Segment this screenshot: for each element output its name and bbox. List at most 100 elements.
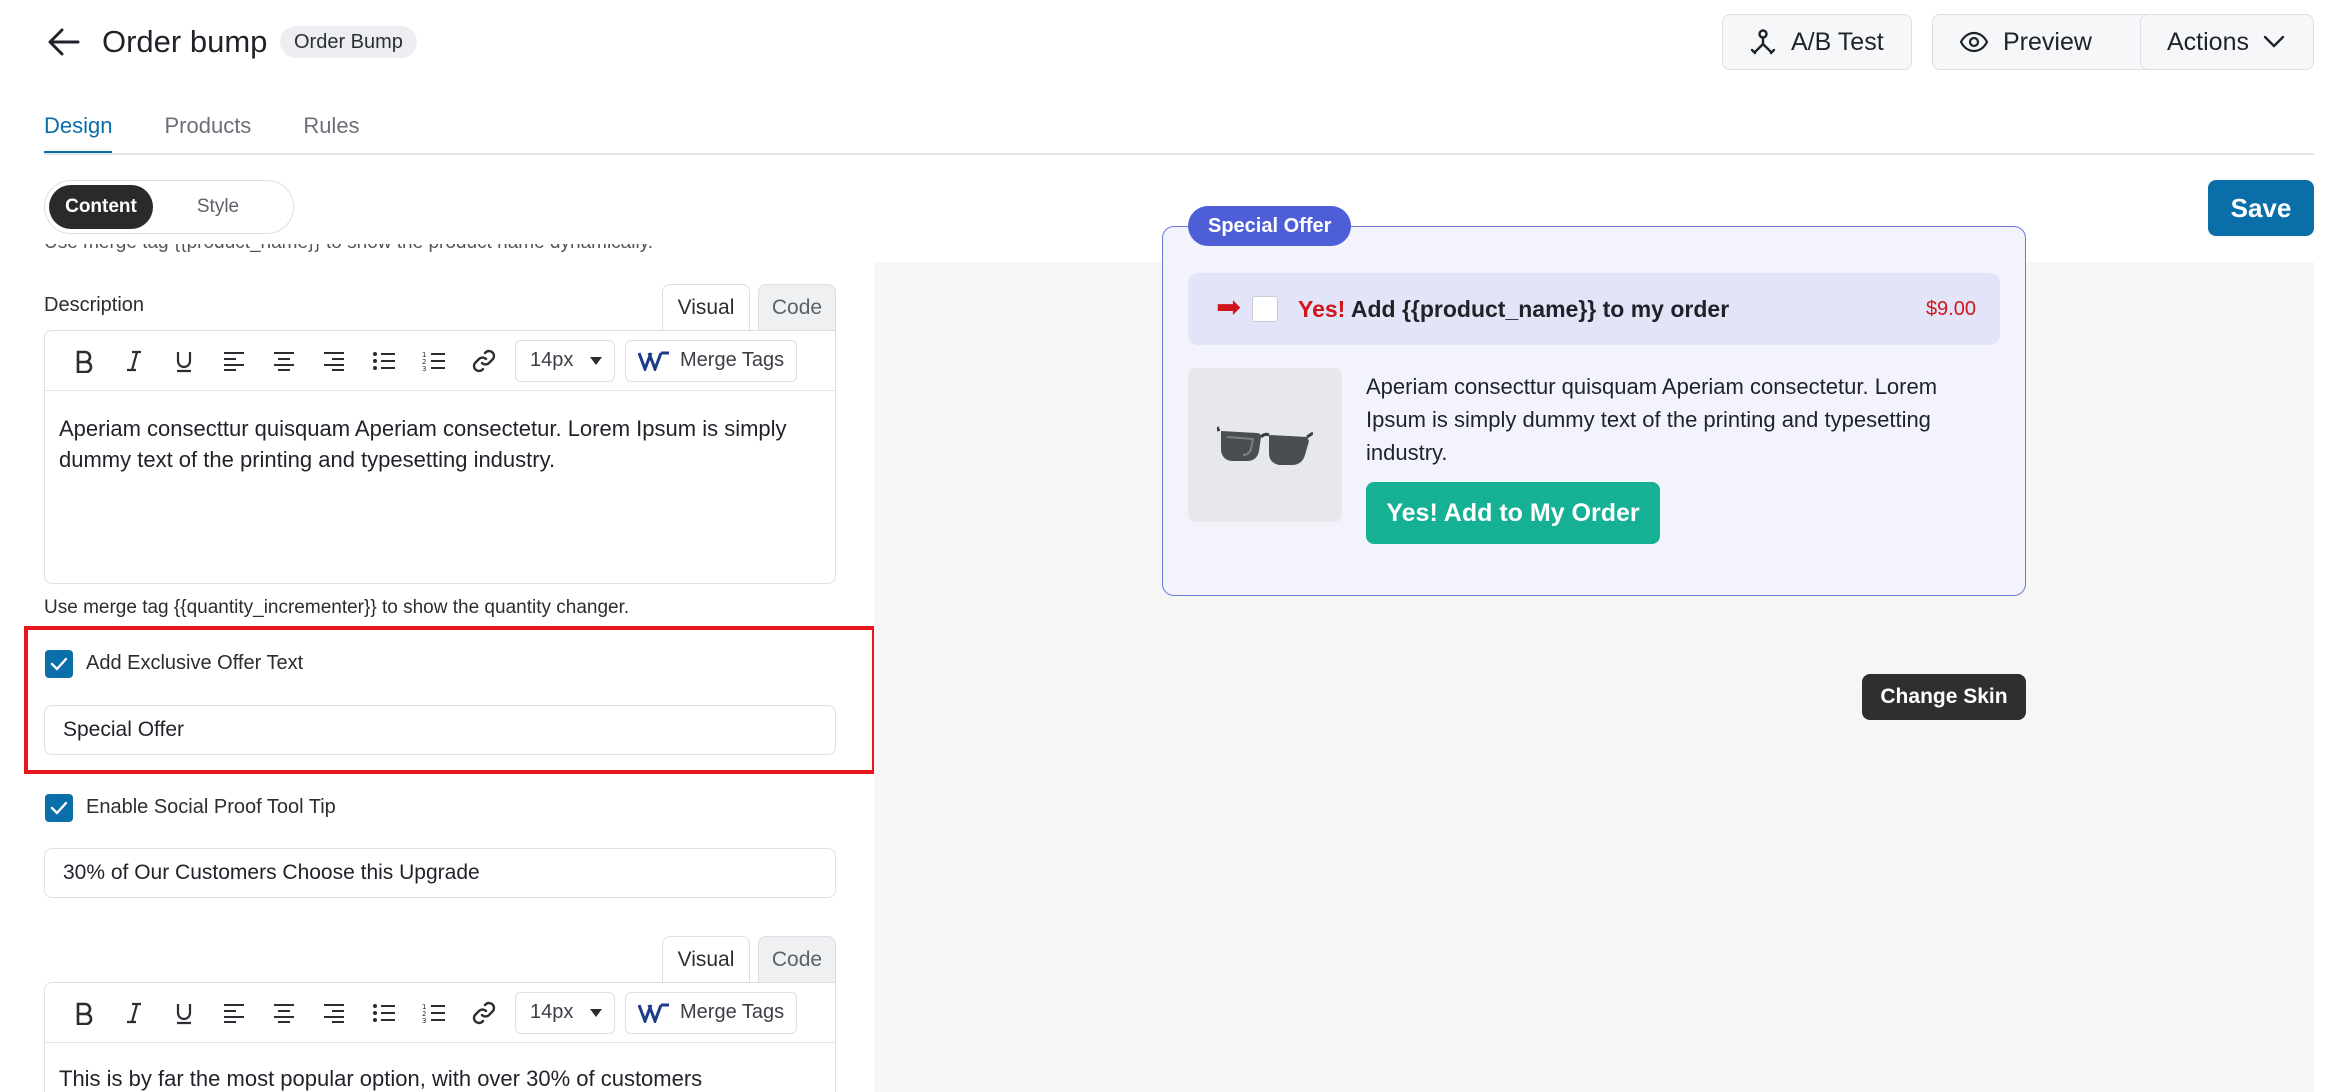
chevron-down-icon (2263, 35, 2285, 48)
align-right-icon (324, 351, 344, 371)
exclusive-offer-label: Add Exclusive Offer Text (86, 652, 304, 674)
underline-icon (176, 1003, 192, 1024)
description-editor: 123 14px Merge Tags Aperiam consecttur q… (44, 330, 836, 584)
offer-checkbox[interactable] (1252, 296, 1278, 322)
merge-tags-button[interactable]: Merge Tags (625, 991, 798, 1034)
tab-divider (44, 153, 2314, 155)
add-to-order-button[interactable]: Yes! Add to My Order (1366, 482, 1660, 544)
bold-icon (76, 1002, 93, 1025)
numbered-list-icon: 123 (422, 351, 445, 372)
numbered-list-icon: 123 (422, 1003, 445, 1024)
merge-tags-icon (638, 351, 669, 371)
type-badge: Order Bump (280, 26, 417, 58)
bold-icon (76, 350, 93, 373)
italic-icon (127, 350, 141, 371)
checkmark-icon (50, 801, 68, 815)
align-center-icon (274, 351, 294, 371)
bullet-list-button[interactable] (359, 991, 409, 1035)
font-size-select[interactable]: 14px (515, 991, 615, 1034)
offer-yes-word: Yes! (1298, 296, 1346, 322)
social-proof-input[interactable]: 30% of Our Customers Choose this Upgrade (44, 848, 836, 898)
social-proof-checkbox[interactable] (45, 794, 73, 822)
actions-dropdown[interactable]: Actions (2140, 14, 2314, 70)
style-mode-button[interactable]: Style (153, 185, 283, 229)
tab-design[interactable]: Design (44, 100, 113, 154)
underline-button[interactable] (159, 991, 209, 1035)
back-button[interactable] (44, 22, 84, 62)
align-left-icon (224, 351, 244, 371)
product-image (1188, 368, 1342, 522)
align-right-icon (324, 1003, 344, 1023)
underline-icon (176, 351, 192, 372)
merge-tags-label: Merge Tags (680, 349, 785, 371)
social-proof-label: Enable Social Proof Tool Tip (86, 796, 336, 818)
offer-price: $9.00 (1925, 298, 1976, 320)
back-arrow-icon (48, 28, 80, 56)
tooltip-content[interactable]: This is by far the most popular option, … (45, 1043, 835, 1092)
italic-button[interactable] (109, 339, 159, 383)
align-left-button[interactable] (209, 991, 259, 1035)
align-right-button[interactable] (309, 991, 359, 1035)
link-button[interactable] (459, 991, 509, 1035)
font-size-value: 14px (530, 1001, 574, 1023)
italic-icon (127, 1002, 141, 1023)
bullet-list-icon (373, 351, 395, 370)
align-right-button[interactable] (309, 339, 359, 383)
special-offer-pill: Special Offer (1188, 206, 1352, 246)
preview-button[interactable]: Preview (1932, 14, 2160, 70)
editor-toolbar: 123 14px Merge Tags (45, 331, 835, 391)
tooltip-visual-tab[interactable]: Visual (662, 936, 750, 984)
tab-bar: Design Products Rules (44, 100, 360, 154)
svg-text:3: 3 (422, 365, 426, 372)
actions-label: Actions (2167, 27, 2249, 56)
align-left-button[interactable] (209, 339, 259, 383)
tooltip-code-tab[interactable]: Code (758, 936, 836, 984)
merge-tags-button[interactable]: Merge Tags (625, 339, 798, 382)
align-center-button[interactable] (259, 339, 309, 383)
offer-description: Aperiam consecttur quisquam Aperiam cons… (1366, 374, 1938, 465)
exclusive-offer-checkbox[interactable] (45, 650, 73, 678)
link-button[interactable] (459, 339, 509, 383)
offer-headline: Yes! Add {{product_name}} to my order (1298, 294, 1729, 324)
svg-text:3: 3 (422, 1017, 426, 1024)
font-size-value: 14px (530, 349, 574, 371)
numbered-list-button[interactable]: 123 (409, 339, 459, 383)
description-content[interactable]: Aperiam consecttur quisquam Aperiam cons… (45, 391, 835, 497)
bold-button[interactable] (59, 339, 109, 383)
align-center-button[interactable] (259, 991, 309, 1035)
link-icon (472, 1001, 496, 1024)
preview-label: Preview (2003, 27, 2092, 56)
eye-icon (1959, 31, 1989, 53)
offer-headline-text: Add {{product_name}} to my order (1345, 296, 1730, 322)
bullet-list-icon (373, 1003, 395, 1022)
sunglasses-icon (1217, 426, 1313, 465)
caret-down-icon (590, 356, 602, 365)
bullet-list-button[interactable] (359, 339, 409, 383)
exclusive-offer-input[interactable]: Special Offer (44, 705, 836, 755)
change-skin-button[interactable]: Change Skin (1862, 674, 2026, 720)
description-label: Description (44, 294, 145, 316)
tooltip-editor: 123 14px Merge Tags This is by far the m… (44, 982, 836, 1092)
merge-tags-icon (638, 1003, 669, 1023)
save-button[interactable]: Save (2208, 180, 2314, 236)
cut-off-help-text: Use merge tag {{product_name}} to show t… (44, 244, 664, 264)
ab-test-label: A/B Test (1791, 27, 1884, 56)
font-size-select[interactable]: 14px (515, 339, 615, 382)
italic-button[interactable] (109, 991, 159, 1035)
ab-test-button[interactable]: A/B Test (1722, 14, 1912, 70)
caret-down-icon (590, 1008, 602, 1017)
content-mode-button[interactable]: Content (49, 185, 153, 229)
description-code-tab[interactable]: Code (758, 284, 836, 332)
mode-toggle: Content Style (44, 180, 294, 234)
underline-button[interactable] (159, 339, 209, 383)
ab-test-icon (1750, 29, 1776, 55)
quantity-help-text: Use merge tag {{quantity_incrementer}} t… (44, 597, 630, 618)
tab-products[interactable]: Products (164, 100, 251, 154)
tab-rules[interactable]: Rules (303, 100, 359, 154)
numbered-list-button[interactable]: 123 (409, 991, 459, 1035)
editor-toolbar: 123 14px Merge Tags (45, 983, 835, 1043)
bold-button[interactable] (59, 991, 109, 1035)
merge-tags-label: Merge Tags (680, 1001, 785, 1023)
description-visual-tab[interactable]: Visual (662, 284, 750, 332)
checkmark-icon (50, 657, 68, 671)
